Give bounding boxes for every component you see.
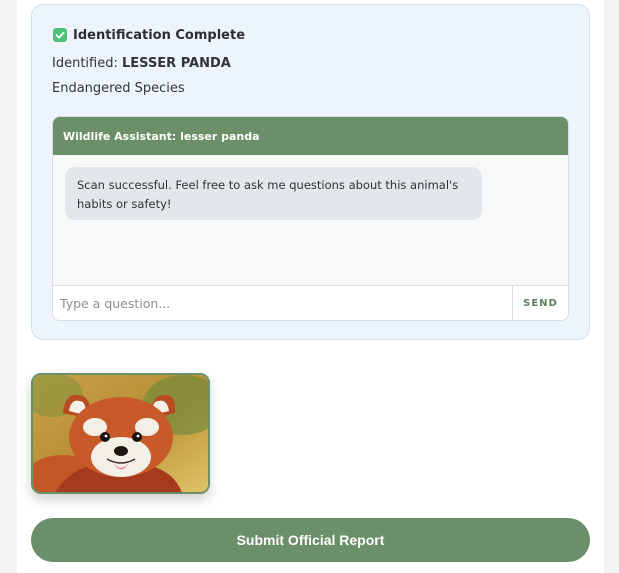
status-title: Identification Complete [73, 27, 246, 43]
assistant-message: Scan successful. Feel free to ask me que… [65, 167, 482, 220]
chat-input-row: SEND [53, 285, 568, 320]
identified-label: Identified: [52, 56, 118, 71]
send-button[interactable]: SEND [513, 286, 568, 320]
identification-card: Identification Complete Identified: LESS… [31, 4, 590, 340]
check-icon [53, 28, 67, 42]
chat-messages: Scan successful. Feel free to ask me que… [53, 155, 568, 286]
status-row: Identification Complete [53, 26, 245, 44]
chat-panel: Wildlife Assistant: lesser panda Scan su… [52, 116, 569, 321]
red-panda-image [33, 375, 208, 492]
submit-report-button[interactable]: Submit Official Report [31, 518, 590, 562]
chat-header: Wildlife Assistant: lesser panda [53, 117, 568, 155]
identified-line: Identified: LESSER PANDA [52, 56, 231, 71]
animal-photo [31, 373, 210, 494]
conservation-status: Endangered Species [52, 81, 185, 96]
question-input[interactable] [53, 286, 513, 320]
species-name: LESSER PANDA [122, 56, 231, 71]
